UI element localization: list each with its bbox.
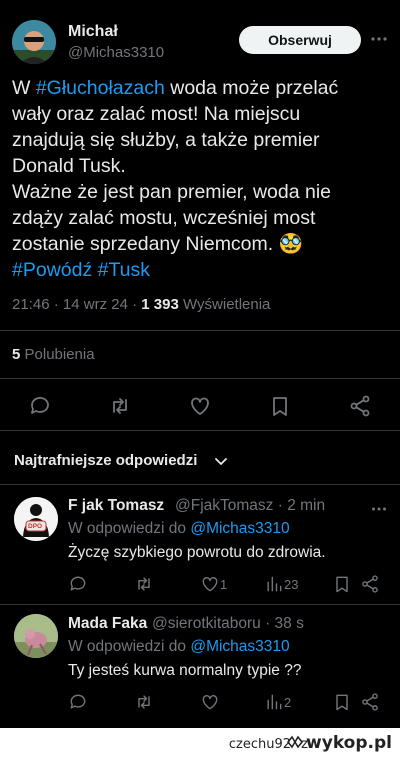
views-label: Wyświetlenia xyxy=(183,296,271,313)
post-text-segment: Donald Tusk. xyxy=(12,155,126,177)
post-text-line: znajdują się służby, a także premier xyxy=(12,127,388,153)
reply-icon[interactable] xyxy=(28,394,52,418)
hashtag-link[interactable]: #Powódź xyxy=(12,259,92,281)
replies-sort-label[interactable]: Najtrafniejsze odpowiedzi xyxy=(14,452,197,469)
post-text-segment: wały oraz zalać most! Na miejscu xyxy=(12,103,301,125)
post-text-segment: W xyxy=(12,77,36,99)
divider xyxy=(0,330,400,331)
post-text-line: zdąży zalać mostu, wcześniej most xyxy=(12,205,388,231)
share-icon[interactable] xyxy=(360,574,380,594)
reply-to-mention[interactable]: @Michas3310 xyxy=(190,520,289,537)
wykop-logo-text: wykop.pl xyxy=(306,733,392,753)
repost-icon[interactable] xyxy=(134,574,154,594)
post-text-line: W #Głuchołazach woda może przelać xyxy=(12,75,388,101)
post-date[interactable]: 14 wrz 24 xyxy=(63,296,128,313)
author-name[interactable]: Michał xyxy=(68,23,118,41)
watermark-username: czechu92 xyxy=(228,737,292,752)
views-count: 1 393 xyxy=(141,296,179,313)
reply-author-name[interactable]: F jak Tomasz xyxy=(68,497,164,515)
post-text-line: wały oraz zalać most! Na miejscu xyxy=(12,101,388,127)
post-text-segment: woda może przelać xyxy=(164,77,339,99)
divider xyxy=(0,604,400,605)
divider xyxy=(0,378,400,379)
reply-avatar[interactable] xyxy=(14,614,58,658)
follow-button[interactable]: Obserwuj xyxy=(239,26,361,54)
post-text-line: Donald Tusk. xyxy=(12,153,388,179)
reply-to-mention[interactable]: @Michas3310 xyxy=(190,638,289,655)
reply-handle-time[interactable]: @sierotkitaboru · 38 s xyxy=(152,615,304,633)
share-icon[interactable] xyxy=(348,394,372,418)
post-time[interactable]: 21:46 xyxy=(12,296,50,313)
reply-view-count: 2 xyxy=(284,695,292,710)
reply-avatar[interactable]: DPO xyxy=(14,497,58,541)
likes-label: Polubienia xyxy=(24,346,95,363)
share-icon[interactable] xyxy=(360,692,380,712)
hashtag-link[interactable]: #Głuchołazach xyxy=(36,77,165,99)
reply-like-count: 1 xyxy=(220,577,228,592)
views-icon[interactable] xyxy=(264,692,284,712)
likes-count: 5 xyxy=(12,346,21,363)
divider xyxy=(0,430,400,431)
hashtag-link[interactable]: #Tusk xyxy=(98,259,150,281)
post-text-line: Ważne że jest pan premier, woda nie xyxy=(12,179,388,205)
more-options-icon[interactable] xyxy=(370,500,388,518)
like-icon[interactable] xyxy=(188,394,212,418)
reply-avatar-badge: DPO xyxy=(28,523,43,530)
reply-view-count: 23 xyxy=(284,577,299,592)
bookmark-icon[interactable] xyxy=(268,394,292,418)
post-text: W #Głuchołazach woda może przelać wały or… xyxy=(12,75,388,283)
author-avatar[interactable] xyxy=(12,20,56,64)
reply-icon[interactable] xyxy=(68,692,88,712)
author-handle[interactable]: @Michas3310 xyxy=(68,44,164,61)
post-text-segment: zostanie sprzedany Niemcom. 🥸 xyxy=(12,233,303,255)
reply-icon[interactable] xyxy=(68,574,88,594)
repost-icon[interactable] xyxy=(134,692,154,712)
post-text-line: zostanie sprzedany Niemcom. 🥸 xyxy=(12,231,388,257)
post-text-segment: zdąży zalać mostu, wcześniej most xyxy=(12,207,316,229)
reply-to-prefix: W odpowiedzi do xyxy=(68,638,191,655)
reply-author-name[interactable]: Mada Faka xyxy=(68,615,147,633)
bookmark-icon[interactable] xyxy=(332,574,352,594)
post-text-segment: znajdują się służby, a także premier xyxy=(12,129,320,151)
chevron-down-icon[interactable] xyxy=(214,454,228,468)
reply-text: Życzę szybkiego powrotu do zdrowia. xyxy=(68,544,326,561)
post-meta: 21:46 · 14 wrz 24 · 1 393 Wyświetlenia xyxy=(12,296,271,313)
post-text-segment: Ważne że jest pan premier, woda nie xyxy=(12,181,332,203)
reply-text: Ty jesteś kurwa normalny typie ?? xyxy=(68,662,302,679)
bookmark-icon[interactable] xyxy=(332,692,352,712)
like-icon[interactable] xyxy=(200,692,220,712)
likes-summary[interactable]: 5 Polubienia xyxy=(12,346,95,363)
more-options-icon[interactable] xyxy=(369,29,389,49)
divider xyxy=(0,484,400,485)
reply-handle-time[interactable]: @FjakTomasz · 2 min xyxy=(175,497,325,515)
like-icon[interactable] xyxy=(200,574,220,594)
wykop-logo: wykop.pl xyxy=(286,733,392,753)
reply-to-line: W odpowiedzi do @Michas3310 xyxy=(68,520,290,538)
reply-to-line: W odpowiedzi do @Michas3310 xyxy=(68,638,290,656)
views-icon[interactable] xyxy=(264,574,284,594)
repost-icon[interactable] xyxy=(108,394,132,418)
reply-to-prefix: W odpowiedzi do xyxy=(68,520,191,537)
post-text-line: #Powódź #Tusk xyxy=(12,257,388,283)
